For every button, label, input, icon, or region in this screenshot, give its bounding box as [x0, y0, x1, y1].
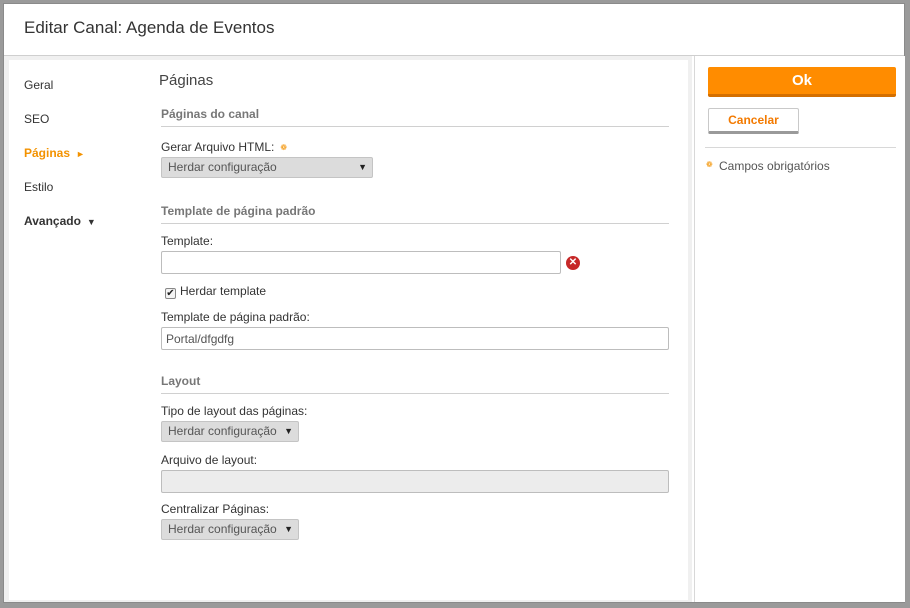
chevron-down-icon: ▼ [284, 426, 293, 436]
layout-file-label: Arquivo de layout: [161, 453, 258, 467]
required-icon: ❁ [280, 143, 288, 153]
arrow-right-icon: ► [76, 149, 85, 159]
nav-item-estilo[interactable]: Estilo [24, 180, 53, 194]
group-divider [161, 223, 669, 224]
section-title: Páginas [159, 72, 214, 89]
chevron-down-icon: ▼ [86, 217, 96, 227]
center-pages-value: Herdar configuração [168, 522, 277, 536]
divider [705, 147, 896, 148]
layout-type-value: Herdar configuração [168, 424, 277, 438]
nav-item-paginas[interactable]: Páginas ► [24, 146, 85, 160]
dialog-title: Editar Canal: Agenda de Eventos [24, 18, 275, 37]
nav-item-seo[interactable]: SEO [24, 112, 49, 126]
group-title-pages: Páginas do canal [161, 107, 260, 121]
default-template-input[interactable] [161, 327, 669, 350]
clear-template-icon[interactable]: ✕ [566, 256, 580, 270]
group-title-template: Template de página padrão [161, 204, 316, 218]
required-icon: ❁ [706, 160, 713, 169]
dialog-header: Editar Canal: Agenda de Eventos [4, 4, 904, 56]
html-label-text: Gerar Arquivo HTML: [161, 140, 275, 154]
center-pages-select[interactable]: Herdar configuração ▼ [161, 519, 299, 540]
group-divider [161, 393, 669, 394]
nav-item-label: SEO [24, 112, 50, 126]
layout-type-select[interactable]: Herdar configuração ▼ [161, 421, 299, 442]
content-area: Geral SEO Páginas ► Estilo Avançado ▼ Pági… [9, 60, 688, 600]
html-select[interactable]: Herdar configuração ▼ [161, 157, 373, 178]
chevron-down-icon: ▼ [358, 162, 367, 172]
nav-item-label: Geral [24, 78, 54, 92]
nav-item-geral[interactable]: Geral [24, 78, 53, 92]
center-pages-label: Centralizar Páginas: [161, 502, 270, 516]
html-select-value: Herdar configuração [168, 160, 277, 174]
ok-button[interactable]: Ok [708, 67, 896, 97]
required-fields-note: Campos obrigatórios [719, 159, 830, 173]
group-title-layout: Layout [161, 374, 201, 388]
html-label: Gerar Arquivo HTML: ❁ [161, 140, 287, 154]
inherit-template-checkbox[interactable]: ✔ [165, 288, 176, 299]
template-input[interactable] [161, 251, 561, 274]
layout-file-input [161, 470, 669, 493]
nav-item-avancado[interactable]: Avançado ▼ [24, 214, 96, 228]
cancel-button[interactable]: Cancelar [708, 108, 799, 134]
nav-item-label: Páginas [24, 146, 71, 160]
left-panel: Geral SEO Páginas ► Estilo Avançado ▼ Pági… [4, 56, 692, 602]
edit-channel-dialog: Editar Canal: Agenda de Eventos Geral SE… [3, 3, 905, 603]
nav-item-label: Avançado [24, 214, 81, 228]
template-label: Template: [161, 234, 214, 248]
layout-type-label: Tipo de layout das páginas: [161, 404, 308, 418]
right-panel: Ok Cancelar ❁ Campos obrigatórios [694, 56, 905, 602]
group-divider [161, 126, 669, 127]
default-template-label: Template de página padrão: [161, 310, 310, 324]
inherit-template-label[interactable]: Herdar template [180, 284, 266, 298]
chevron-down-icon: ▼ [284, 524, 293, 534]
nav-item-label: Estilo [24, 180, 54, 194]
